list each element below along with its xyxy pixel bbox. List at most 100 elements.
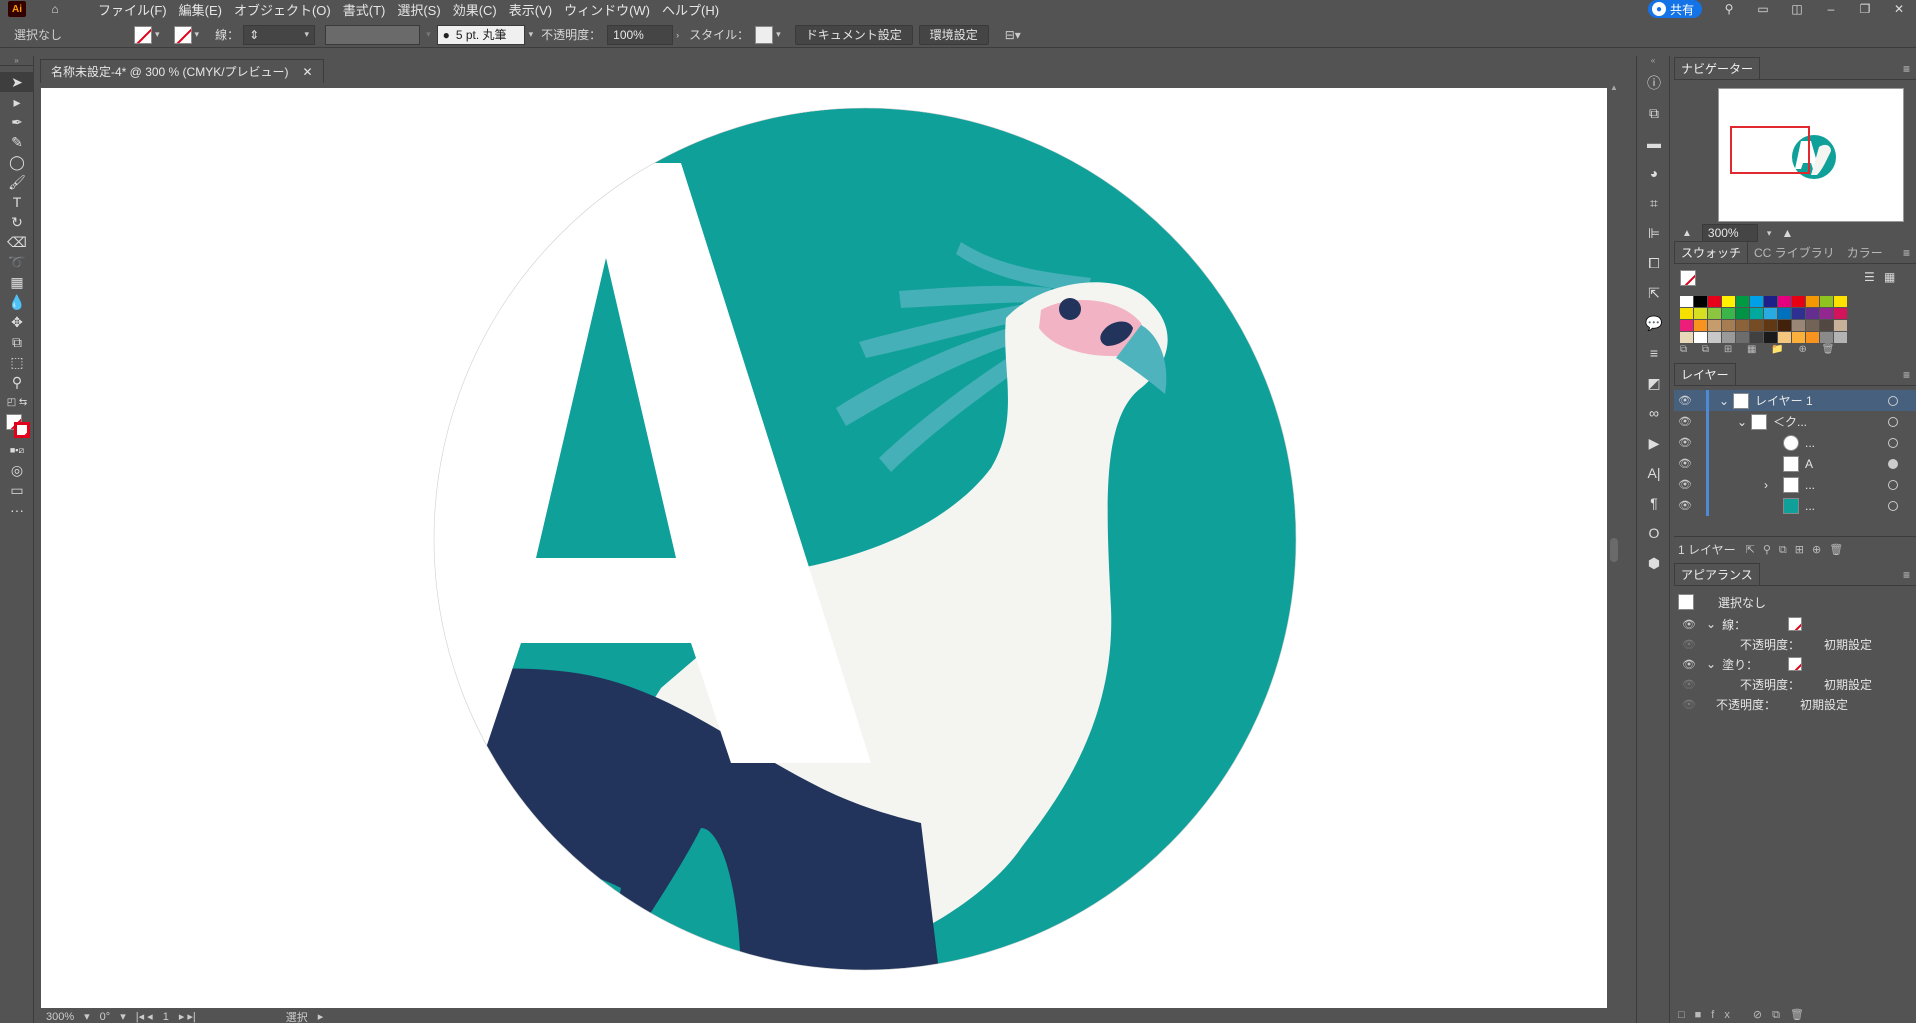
color-swatch[interactable] — [1708, 332, 1721, 343]
chevron-down-icon[interactable]: ▾ — [776, 29, 781, 40]
close-icon[interactable]: ✕ — [1882, 0, 1916, 18]
tab-navigator[interactable]: ナビゲーター — [1674, 57, 1761, 79]
toolbar-grip[interactable]: » — [0, 56, 33, 66]
color-swatch[interactable] — [1736, 320, 1749, 331]
ellipse-tool-icon[interactable]: ◯ — [0, 152, 34, 172]
color-swatch[interactable] — [1736, 332, 1749, 343]
menu-view[interactable]: 表示(V) — [503, 0, 558, 19]
color-swatch[interactable] — [1792, 332, 1805, 343]
layer-name[interactable]: レイヤー 1 — [1755, 392, 1813, 409]
appearance-stroke-row[interactable]: 👁 ⌄ 線： — [1678, 614, 1912, 634]
paintbrush-tool-icon[interactable]: 🖌 — [0, 172, 34, 192]
eye-icon[interactable]: 👁 — [1674, 415, 1696, 428]
appearance-fill-row[interactable]: 👁 ⌄ 塗り： — [1678, 654, 1912, 674]
character-icon[interactable]: A| — [1637, 458, 1671, 488]
target-icon[interactable] — [1888, 479, 1898, 490]
tab-swatches[interactable]: スウォッチ — [1674, 241, 1749, 263]
color-swatch[interactable] — [1820, 308, 1833, 319]
more-tools-icon[interactable]: ··· — [0, 500, 34, 520]
color-swatch[interactable] — [1722, 320, 1735, 331]
lasso-tool-icon[interactable]: ➰ — [0, 252, 34, 272]
fill-color-control[interactable]: ▾ — [134, 25, 160, 44]
layer-name[interactable]: ... — [1805, 499, 1815, 513]
color-swatch[interactable] — [1834, 320, 1847, 331]
layer-name[interactable]: ... — [1805, 478, 1815, 492]
color-swatch[interactable] — [1750, 308, 1763, 319]
color-swatch[interactable] — [1820, 320, 1833, 331]
stroke-none-swatch[interactable] — [1788, 617, 1803, 631]
share-button[interactable]: ● 共有 — [1647, 0, 1702, 18]
stroke-weight-field[interactable]: ⇕ ▾ — [243, 24, 316, 45]
style-swatch[interactable] — [755, 25, 774, 44]
panel-icon[interactable]: ◫ — [1780, 0, 1814, 18]
zoom-out-icon[interactable]: ▲ — [1682, 228, 1692, 239]
opentype-icon[interactable]: O — [1637, 518, 1671, 548]
grid-view-icon[interactable]: ▦ — [1884, 270, 1895, 284]
color-swatch[interactable] — [1694, 296, 1707, 307]
tab-appearance[interactable]: アピアランス — [1674, 563, 1760, 585]
target-icon[interactable] — [1888, 458, 1898, 469]
layers-footer-icons[interactable]: ⇱⚲⧉⊞⊕🗑 — [1746, 543, 1852, 557]
status-zoom[interactable]: 300% — [46, 1011, 74, 1023]
color-swatch[interactable] — [1722, 332, 1735, 343]
restore-icon[interactable]: ❐ — [1848, 0, 1882, 18]
graphic-styles-icon[interactable]: ◩ — [1637, 368, 1671, 398]
workspace-icon[interactable]: ▭ — [1746, 0, 1780, 18]
artboard-tool-icon[interactable]: ⬚ — [0, 352, 34, 372]
minimize-icon[interactable]: – — [1814, 0, 1848, 18]
stroke-panel-icon[interactable]: ≡ — [1637, 338, 1671, 368]
menu-select[interactable]: 選択(S) — [391, 0, 446, 19]
color-swatch[interactable] — [1806, 320, 1819, 331]
eraser-tool-icon[interactable]: ⌫ — [0, 232, 34, 252]
color-swatch[interactable] — [1750, 296, 1763, 307]
scroll-up-icon[interactable]: ▲ — [1607, 83, 1621, 92]
layer-row-path[interactable]: 👁 ... — [1674, 432, 1916, 453]
panel-menu-icon[interactable]: ≡ — [1903, 568, 1910, 582]
eye-icon[interactable]: 👁 — [1674, 457, 1696, 470]
shape-builder-tool-icon[interactable]: ⧉ — [0, 332, 34, 352]
color-swatch[interactable] — [1778, 320, 1791, 331]
recolor-icon[interactable]: ⬢ — [1637, 548, 1671, 578]
properties-icon[interactable]: ⓘ — [1637, 68, 1671, 98]
color-swatch[interactable] — [1736, 296, 1749, 307]
chevron-right-icon[interactable]: › — [676, 30, 679, 40]
puppet-warp-tool-icon[interactable]: ✥ — [0, 312, 34, 332]
panel-menu-icon[interactable]: ≡ — [1903, 62, 1910, 76]
zoom-tool-icon[interactable]: ⚲ — [0, 372, 34, 392]
home-icon[interactable]: ⌂ — [46, 1, 64, 17]
target-icon[interactable] — [1888, 395, 1898, 406]
fill-stroke-widget[interactable] — [0, 412, 34, 440]
artboard[interactable] — [41, 88, 1614, 1008]
color-swatch[interactable] — [1834, 308, 1847, 319]
layer-row-group[interactable]: 👁 › ... — [1674, 474, 1916, 495]
status-artboard[interactable]: 1 — [163, 1011, 169, 1023]
color-swatch[interactable] — [1820, 332, 1833, 343]
color-swatch[interactable] — [1778, 296, 1791, 307]
export-icon[interactable]: ⇱ — [1637, 278, 1671, 308]
default-colors-icon[interactable]: ◰ ⇆ — [0, 392, 34, 412]
target-icon[interactable] — [1888, 500, 1898, 511]
artwork[interactable] — [41, 88, 1614, 1008]
type-tool-icon[interactable]: T — [0, 192, 34, 212]
color-swatch[interactable] — [1694, 332, 1707, 343]
scroll-thumb[interactable] — [1610, 538, 1618, 562]
fill-opacity-label[interactable]: 不透明度： — [1740, 676, 1824, 693]
pen-tool-icon[interactable]: ✒ — [0, 112, 34, 132]
layer-row-layer1[interactable]: 👁 ⌄ レイヤー 1 — [1674, 390, 1916, 411]
preferences-button[interactable]: 環境設定 — [918, 24, 989, 45]
search-icon[interactable]: ⚲ — [1712, 0, 1746, 18]
canvas-area[interactable] — [34, 83, 1614, 1010]
chevron-down-icon[interactable]: ⌄ — [1706, 657, 1716, 671]
selection-tool-icon[interactable]: ➤ — [0, 72, 34, 92]
pathfinder-icon[interactable]: ⌗ — [1637, 188, 1671, 218]
color-swatch[interactable] — [1764, 332, 1777, 343]
variable-width-field[interactable] — [325, 24, 421, 45]
color-swatch[interactable] — [1778, 308, 1791, 319]
color-swatch[interactable] — [1834, 332, 1847, 343]
color-swatch[interactable] — [1764, 296, 1777, 307]
color-swatch[interactable] — [1834, 296, 1847, 307]
fill-none-swatch[interactable] — [1788, 657, 1803, 671]
actions-icon[interactable]: ▶ — [1637, 428, 1671, 458]
links-icon[interactable]: ∞ — [1637, 398, 1671, 428]
color-swatch[interactable] — [1708, 296, 1721, 307]
